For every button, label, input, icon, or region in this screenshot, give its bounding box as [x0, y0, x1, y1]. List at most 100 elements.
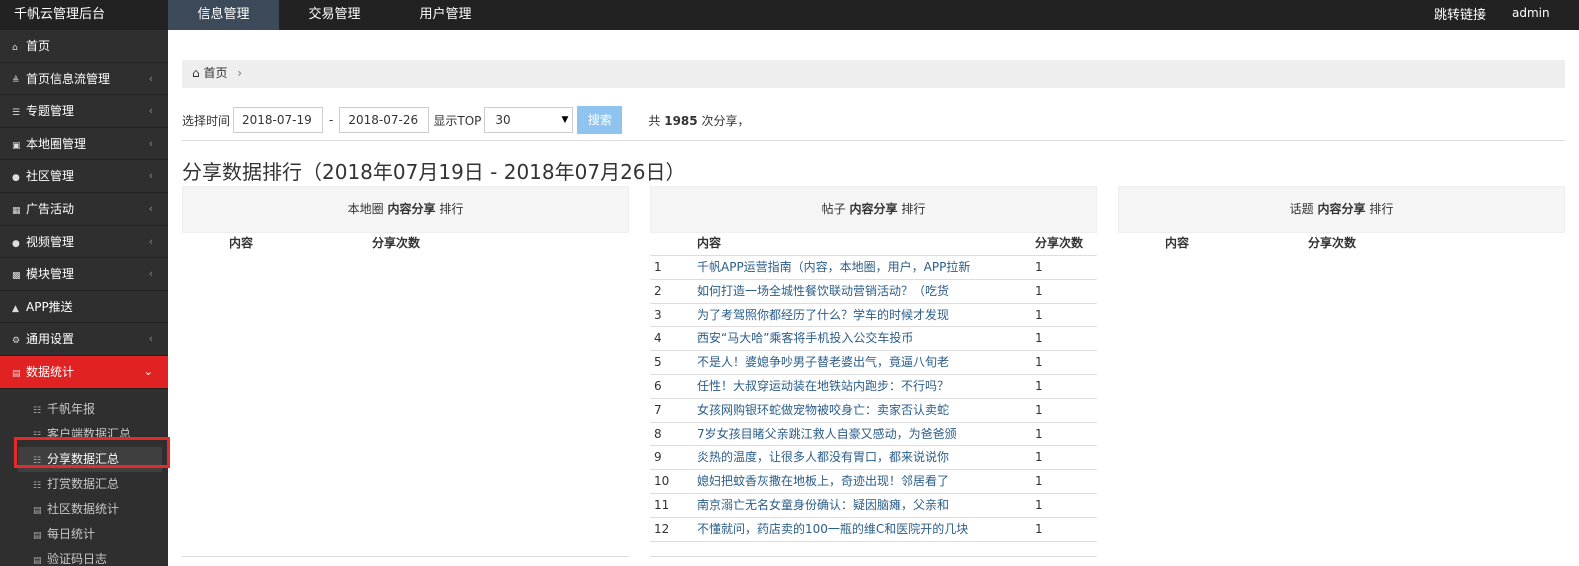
row-index: 6	[654, 378, 662, 393]
jump-link[interactable]: 跳转链接	[1434, 0, 1486, 32]
post-link[interactable]: 炎热的温度，让很多人都没有胃口，都来说说你	[697, 446, 997, 468]
share-count: 1	[1035, 307, 1043, 322]
column-header-content: 内容	[697, 236, 722, 250]
sidebar-item-modules[interactable]: ▩ 模块管理 ‹	[0, 258, 168, 291]
post-link[interactable]: 西安“马大哈”乘客将手机投入公交车投币	[697, 327, 997, 349]
table-row: 2 如何打造一场全城性餐饮联动营销活动？（吃货 1	[650, 280, 1097, 304]
table-row: 5 不是人！婆媳争吵男子替老婆出气，竟逼八旬老 1	[650, 351, 1097, 375]
chevron-left-icon: ‹	[148, 104, 153, 118]
sidebar: ⌂ 首页 ≜ 首页信息流管理 ‹ ☰ 专题管理 ‹ ▣ 本地圈管理 ‹ ● 社区管理 ‹ ▦ 广告活…	[0, 30, 168, 566]
local-circle-share-panel: 本地圈 内容分享 排行 内容 分享次数	[182, 186, 629, 256]
caret-down-icon: ▼	[561, 115, 569, 125]
sidebar-item-home[interactable]: ⌂ 首页	[0, 30, 168, 63]
sub-item-client-data[interactable]: ☷ 客户端数据汇总	[0, 422, 168, 447]
sidebar-item-community[interactable]: ● 社区管理 ‹	[0, 160, 168, 193]
sub-item-reward-data[interactable]: ☷ 打赏数据汇总	[0, 472, 168, 497]
post-link[interactable]: 南京溺亡无名女童身份确认：疑因脑瘫，父亲和	[697, 494, 997, 516]
sub-item-daily-stats[interactable]: ▤ 每日统计	[0, 522, 168, 547]
list-icon: ☰	[12, 108, 21, 119]
end-date-input[interactable]: 2018-07-26	[339, 107, 430, 133]
image-icon: ▣	[12, 140, 21, 151]
post-link[interactable]: 如何打造一场全城性餐饮联动营销活动？（吃货	[697, 280, 997, 302]
share-count: 1	[1035, 260, 1043, 274]
share-count: 1	[1035, 283, 1043, 298]
admin-user-menu[interactable]: admin	[1512, 0, 1550, 27]
post-share-panel: 帖子 内容分享 排行 内容 分享次数 1 千帆APP运营指南（内容，本地圈，用户，…	[650, 186, 1097, 542]
panel-divider	[650, 556, 1097, 566]
breadcrumb-home[interactable]: 首页	[203, 66, 227, 80]
nav-user-management[interactable]: 用户管理	[390, 0, 501, 30]
post-link[interactable]: 不懂就问，药店卖的100一瓶的维C和医院开的几块	[697, 518, 997, 540]
sub-item-label: 千帆年报	[47, 401, 96, 416]
filter-bar: 选择时间 2018-07-19 - 2018-07-26 显示TOP 30 ▼ …	[182, 106, 749, 134]
panel-title-bold: 内容分享	[387, 202, 436, 216]
sidebar-item-video[interactable]: ● 视频管理 ‹	[0, 225, 168, 259]
page-title: 分享数据排行（2018年07月19日 - 2018年07月26日）	[182, 160, 686, 184]
chevron-right-icon: ›	[237, 66, 243, 80]
chevron-left-icon: ‹	[148, 169, 153, 183]
post-link[interactable]: 7岁女孩目睹父亲跳江救人自豪又感动，为爸爸颁	[697, 423, 997, 445]
divider	[182, 140, 1565, 141]
brand-title[interactable]: 千帆云管理后台	[14, 0, 105, 30]
post-link[interactable]: 媳妇把蚊香灰撒在地板上，奇迹出现！邻居看了	[697, 470, 997, 492]
table-row: 1 千帆APP运营指南（内容，本地圈，用户，APP拉新 1	[650, 256, 1097, 280]
panel-title: 话题 内容分享 排行	[1118, 186, 1565, 233]
sidebar-item-push[interactable]: ▲ APP推送	[0, 290, 168, 324]
post-link[interactable]: 千帆APP运营指南（内容，本地圈，用户，APP拉新	[697, 256, 997, 278]
sub-item-share-data[interactable]: ☷ 分享数据汇总	[18, 446, 162, 472]
top-navbar: 千帆云管理后台 信息管理 交易管理 用户管理 跳转链接 admin	[0, 0, 1579, 30]
top-select[interactable]: 30 ▼	[484, 107, 574, 133]
nav-trade-management[interactable]: 交易管理	[279, 0, 390, 30]
post-link[interactable]: 不是人！婆媳争吵男子替老婆出气，竟逼八旬老	[697, 351, 997, 373]
row-index: 11	[654, 497, 670, 512]
rss-icon: ≜	[12, 75, 20, 86]
sub-item-label: 分享数据汇总	[47, 451, 120, 466]
chart-icon: ▤	[33, 505, 42, 516]
home-icon: ⌂	[192, 66, 200, 80]
sidebar-item-label: 模块管理	[26, 267, 75, 282]
sidebar-item-label: 专题管理	[26, 104, 75, 119]
chevron-left-icon: ‹	[148, 201, 153, 215]
post-link[interactable]: 任性！大叔穿运动装在地铁站内跑步：不行吗？	[697, 375, 997, 397]
sub-item-annual-report[interactable]: ☷ 千帆年报	[0, 397, 168, 422]
grid-icon: ☷	[33, 480, 42, 491]
statistics-submenu: ☷ 千帆年报 ☷ 客户端数据汇总 ☷ 分享数据汇总 ☷ 打赏数据汇总 ▤ 社区数据统计 ▤…	[0, 389, 168, 566]
cogs-icon: ⚙	[12, 336, 21, 347]
share-count: 1	[1035, 497, 1043, 512]
table-row: 4 西安“马大哈”乘客将手机投入公交车投币 1	[650, 327, 1097, 352]
sidebar-item-local[interactable]: ▣ 本地圈管理 ‹	[0, 127, 168, 161]
home-icon: ⌂	[12, 43, 18, 53]
sidebar-item-ads[interactable]: ▦ 广告活动 ‹	[0, 192, 168, 226]
share-count: 1	[1035, 331, 1043, 346]
table-header: 内容 分享次数	[650, 233, 1097, 256]
row-index: 1	[654, 260, 662, 274]
row-index: 2	[654, 283, 662, 298]
share-total-suffix: 次分享，	[701, 113, 750, 128]
nav-info-management[interactable]: 信息管理	[168, 0, 279, 30]
sub-item-community-stats[interactable]: ▤ 社区数据统计	[0, 497, 168, 522]
sub-item-sms-log[interactable]: ▤ 验证码日志	[0, 547, 168, 566]
sidebar-item-statistics[interactable]: ▤ 数据统计 ⌄	[0, 355, 168, 389]
sidebar-item-settings[interactable]: ⚙ 通用设置 ‹	[0, 323, 168, 356]
chevron-left-icon: ‹	[148, 267, 153, 281]
chevron-down-icon: ⌄	[143, 364, 153, 378]
sitemap-icon: ▩	[12, 271, 21, 282]
users-icon: ●	[12, 173, 20, 184]
post-link[interactable]: 女孩网购银环蛇做宠物被咬身亡：卖家否认卖蛇	[697, 399, 997, 421]
grid-icon: ☷	[33, 455, 42, 466]
sub-item-label: 每日统计	[47, 526, 96, 541]
search-button[interactable]: 搜索	[577, 106, 623, 134]
column-header-count: 分享次数	[1035, 236, 1084, 250]
share-count: 1	[1035, 450, 1043, 465]
row-index: 7	[654, 402, 662, 417]
row-index: 5	[654, 355, 662, 370]
share-total-count: 1985	[664, 113, 698, 128]
panel-title-prefix: 话题	[1289, 202, 1314, 216]
start-date-input[interactable]: 2018-07-19	[233, 107, 324, 133]
table-row: 11 南京溺亡无名女童身份确认：疑因脑瘫，父亲和 1	[650, 494, 1097, 518]
panel-title-bold: 内容分享	[849, 202, 898, 216]
sidebar-item-topics[interactable]: ☰ 专题管理 ‹	[0, 95, 168, 128]
panel-title-prefix: 帖子	[821, 202, 846, 216]
post-link[interactable]: 为了考驾照你都经历了什么？学车的时候才发现	[697, 304, 997, 326]
sidebar-item-feed[interactable]: ≜ 首页信息流管理 ‹	[0, 62, 168, 96]
